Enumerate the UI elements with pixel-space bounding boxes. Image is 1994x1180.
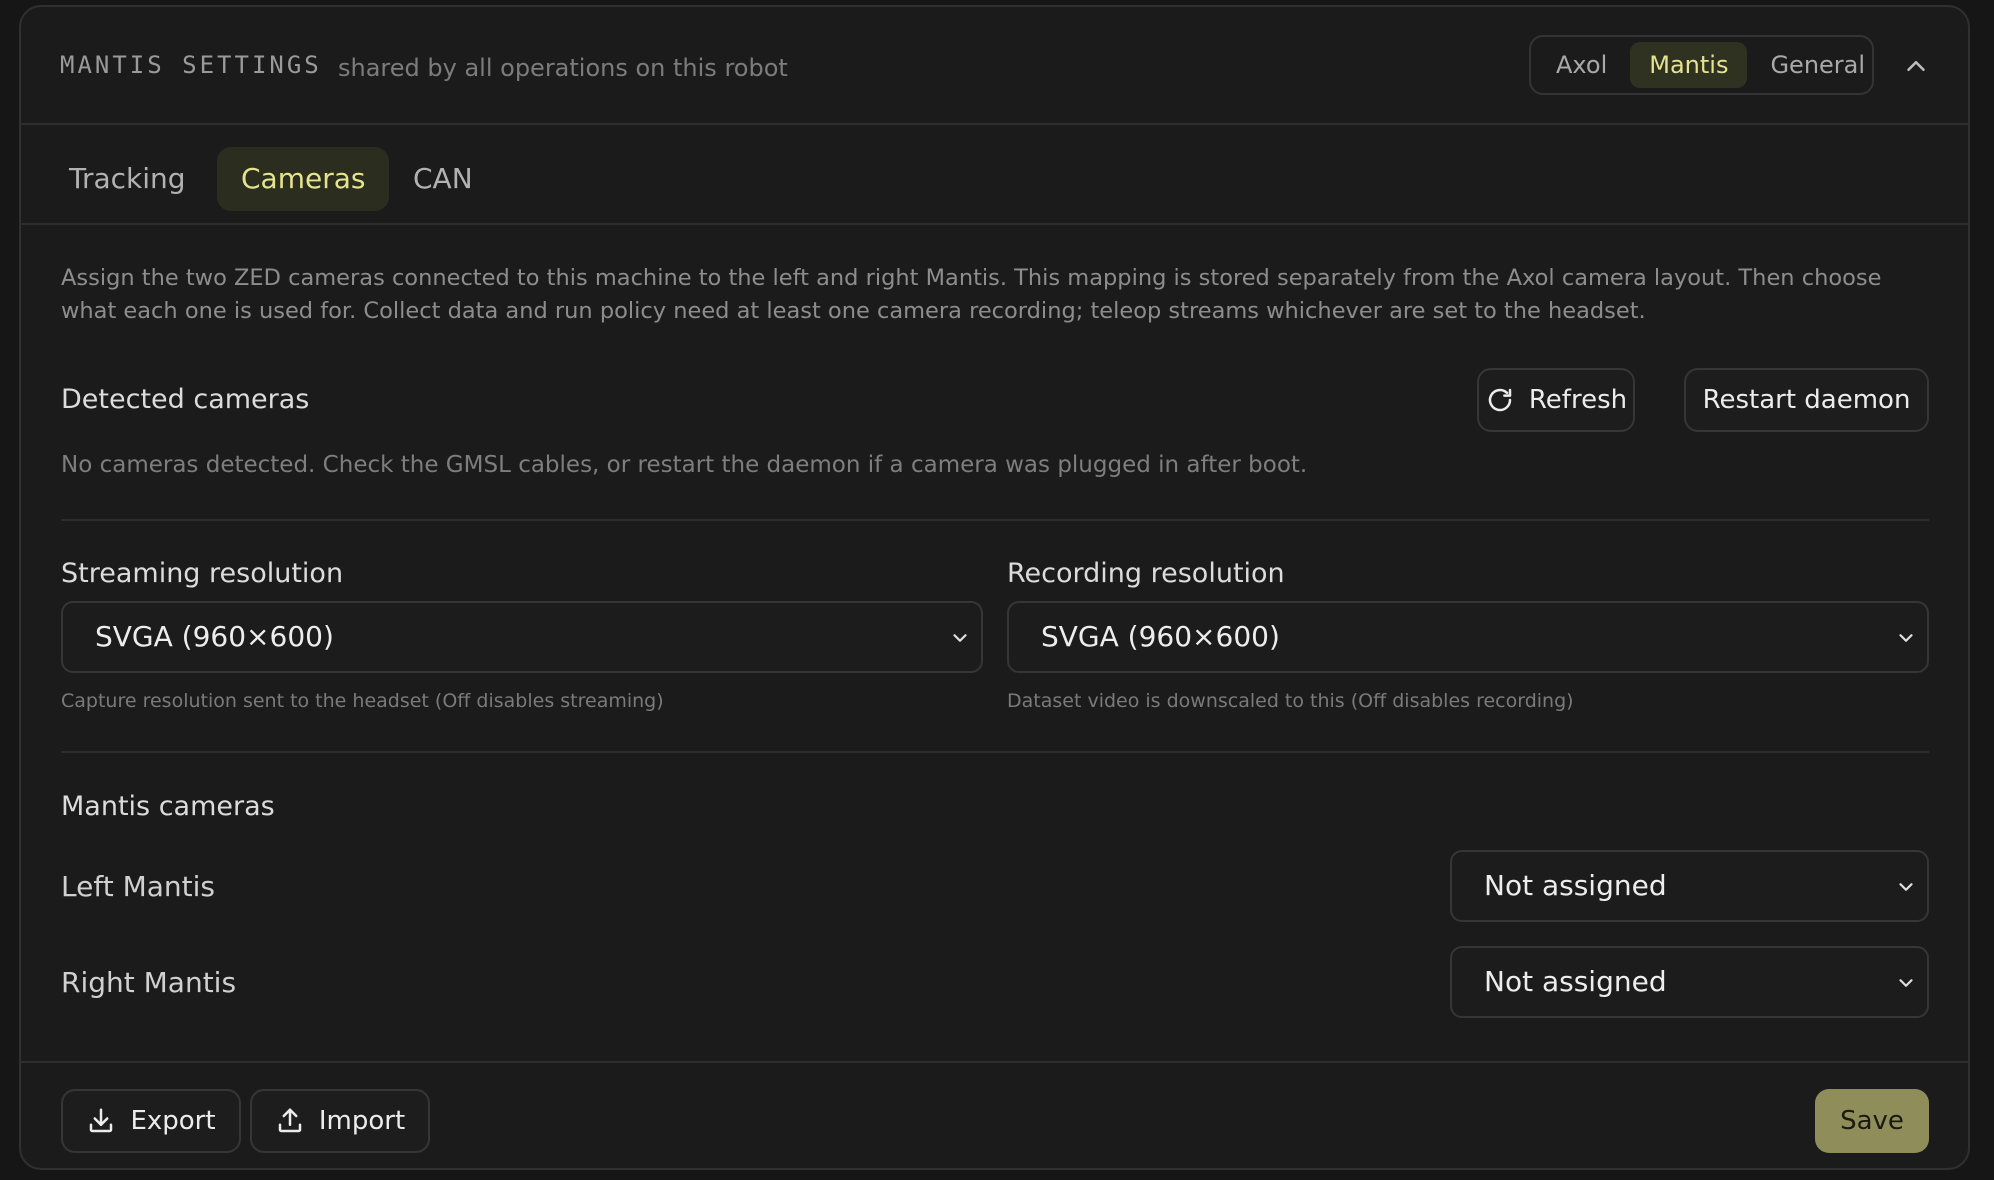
right-mantis-value: Not assigned [1484,965,1667,998]
recording-resolution-label: Recording resolution [1007,558,1285,589]
mantis-cameras-title: Mantis cameras [61,791,275,822]
download-icon [90,1108,113,1133]
left-mantis-value: Not assigned [1484,869,1667,902]
panel-subtitle: shared by all operations on this robot [338,54,788,82]
section-divider [61,519,1929,521]
streaming-resolution-label: Streaming resolution [61,558,344,589]
upload-icon [278,1108,302,1133]
recording-resolution-select[interactable]: SVGA (960×600) [1007,601,1929,673]
tab-can[interactable]: CAN [389,147,497,211]
no-cameras-message: No cameras detected. Check the GMSL cabl… [61,452,1308,478]
section-divider [61,751,1929,753]
streaming-resolution-select[interactable]: SVGA (960×600) [61,601,983,673]
segment-axol[interactable]: Axol [1537,42,1626,88]
detected-cameras-title: Detected cameras [61,384,310,415]
export-label: Export [130,1106,216,1136]
left-mantis-select[interactable]: Not assigned [1450,850,1929,922]
segment-mantis[interactable]: Mantis [1630,42,1748,88]
recording-resolution-value: SVGA (960×600) [1041,620,1280,653]
robot-segment-control: Axol Mantis General [1529,35,1874,95]
left-mantis-label: Left Mantis [61,870,215,903]
tab-tracking[interactable]: Tracking [45,147,210,211]
tab-bar: Tracking Cameras CAN [21,125,1968,225]
chevron-down-icon [1899,979,1913,987]
right-mantis-label: Right Mantis [61,966,237,999]
recording-resolution-hint: Dataset video is downscaled to this (Off… [1007,690,1574,712]
collapse-button[interactable] [1901,51,1931,81]
panel-footer: Export Import Save [21,1061,1968,1168]
save-button[interactable]: Save [1815,1089,1929,1153]
right-mantis-select[interactable]: Not assigned [1450,946,1929,1018]
chevron-down-icon [1899,883,1913,891]
restart-daemon-label: Restart daemon [1702,385,1911,415]
panel-title: MANTIS SETTINGS [60,51,322,79]
export-button[interactable]: Export [61,1089,241,1153]
tab-cameras[interactable]: Cameras [217,147,390,211]
streaming-resolution-value: SVGA (960×600) [95,620,334,653]
cameras-description: Assign the two ZED cameras connected to … [61,265,1882,324]
streaming-resolution-hint: Capture resolution sent to the headset (… [61,690,664,712]
refresh-icon [1488,388,1512,412]
settings-panel: MANTIS SETTINGS shared by all operations… [19,5,1970,1170]
refresh-label: Refresh [1528,385,1628,415]
restart-daemon-button[interactable]: Restart daemon [1684,368,1929,432]
refresh-button[interactable]: Refresh [1477,368,1635,432]
chevron-up-icon [1907,61,1925,71]
segment-general[interactable]: General [1751,42,1884,88]
import-button[interactable]: Import [250,1089,430,1153]
panel-header: MANTIS SETTINGS shared by all operations… [21,7,1968,125]
import-label: Import [318,1106,406,1136]
chevron-down-icon [1899,634,1913,642]
chevron-down-icon [953,634,967,642]
